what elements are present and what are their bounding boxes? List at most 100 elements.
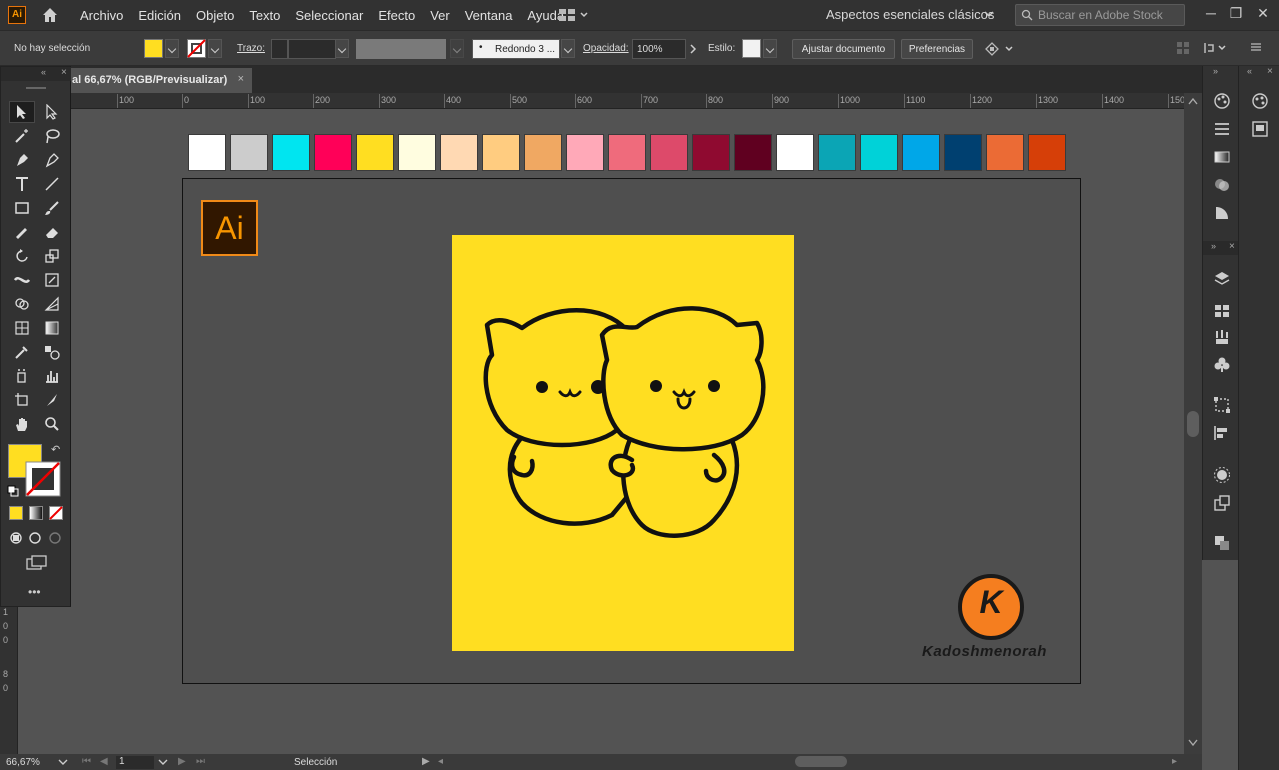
fill-swatch[interactable] xyxy=(144,39,163,58)
graph-tool[interactable] xyxy=(39,365,65,387)
stroke-icon[interactable] xyxy=(1213,120,1231,138)
style-dropdown[interactable] xyxy=(763,39,777,58)
default-colors-icon[interactable] xyxy=(7,485,19,497)
menu-efecto[interactable]: Efecto xyxy=(378,8,415,23)
width-tool[interactable] xyxy=(9,269,35,291)
scale-tool[interactable] xyxy=(39,245,65,267)
color-palette-icon[interactable] xyxy=(1213,92,1231,110)
palette-swatch[interactable] xyxy=(482,134,520,171)
zoom-tool[interactable] xyxy=(39,413,65,435)
palette-swatch[interactable] xyxy=(566,134,604,171)
minimize-button[interactable]: ─ xyxy=(1201,5,1221,25)
properties-icon[interactable] xyxy=(1251,120,1269,138)
transform-icon[interactable] xyxy=(1203,41,1227,55)
palette-swatch[interactable] xyxy=(860,134,898,171)
arrange-icon[interactable] xyxy=(984,41,1016,57)
gradient-mode-button[interactable] xyxy=(29,506,43,520)
collapse-icon[interactable]: « xyxy=(41,67,46,77)
pen-tool[interactable] xyxy=(9,149,35,171)
palette-swatch[interactable] xyxy=(944,134,982,171)
zoom-dropdown-icon[interactable] xyxy=(58,758,68,766)
workspace-switcher[interactable]: Aspectos esenciales clásicos xyxy=(826,7,994,22)
scroll-left-icon[interactable]: ◂ xyxy=(438,756,443,767)
adobe-stock-search[interactable]: Buscar en Adobe Stock xyxy=(1015,4,1185,26)
transform-panel-icon[interactable] xyxy=(1213,396,1231,414)
scroll-down-icon[interactable] xyxy=(1188,739,1198,747)
scroll-right-icon[interactable]: ▸ xyxy=(1172,756,1177,767)
appearance-icon[interactable] xyxy=(1213,204,1231,222)
paintbrush-tool[interactable] xyxy=(39,197,65,219)
brush-definition[interactable]: • Redondo 3 ... xyxy=(472,39,560,59)
palette-swatch[interactable] xyxy=(272,134,310,171)
align-grid-icon[interactable] xyxy=(1176,41,1190,55)
stroke-spinner[interactable] xyxy=(271,39,288,59)
gradient-tool[interactable] xyxy=(39,317,65,339)
artboard-tool[interactable] xyxy=(9,389,35,411)
document-tab[interactable]: al 66,67% (RGB/Previsualizar) × xyxy=(64,68,252,93)
free-transform-tool[interactable] xyxy=(39,269,65,291)
collapse-icon[interactable]: « xyxy=(1247,66,1252,76)
artboards-panel-icon[interactable] xyxy=(1213,494,1231,512)
tools-panel-header[interactable]: « × xyxy=(1,67,71,81)
home-icon[interactable] xyxy=(40,5,60,25)
perspective-grid-tool[interactable] xyxy=(39,293,65,315)
prev-page-icon[interactable]: ◀ xyxy=(100,756,108,767)
restore-button[interactable]: ❐ xyxy=(1226,5,1246,25)
close-button[interactable]: ✕ xyxy=(1253,5,1273,25)
align-panel-icon[interactable] xyxy=(1213,424,1231,442)
variable-width-profile[interactable] xyxy=(356,39,446,59)
expand-icon[interactable]: » xyxy=(1211,241,1216,251)
page-field[interactable]: 1 xyxy=(116,756,154,769)
curvature-tool[interactable] xyxy=(39,149,65,171)
close-icon[interactable]: × xyxy=(1229,241,1235,252)
shaper-tool[interactable] xyxy=(9,221,35,243)
palette-swatch[interactable] xyxy=(188,134,226,171)
shape-builder-tool[interactable] xyxy=(9,293,35,315)
palette-swatch[interactable] xyxy=(524,134,562,171)
expand-icon[interactable]: » xyxy=(1213,66,1218,76)
palette-swatch[interactable] xyxy=(1028,134,1066,171)
palette-swatch[interactable] xyxy=(776,134,814,171)
horizontal-ruler[interactable]: 100 0 100 200 300 400 500 600 700 800 90… xyxy=(0,93,1188,109)
vertical-scroll-thumb[interactable] xyxy=(1187,411,1199,437)
zoom-level[interactable]: 66,67% xyxy=(6,757,40,768)
type-tool[interactable] xyxy=(9,173,35,195)
close-tab-icon[interactable]: × xyxy=(238,73,244,85)
palette-swatch[interactable] xyxy=(734,134,772,171)
chevron-down-icon[interactable] xyxy=(984,9,994,19)
palette-swatch[interactable] xyxy=(692,134,730,171)
palette-swatch[interactable] xyxy=(440,134,478,171)
menu-ventana[interactable]: Ventana xyxy=(465,8,513,23)
graphic-style-swatch[interactable] xyxy=(742,39,761,58)
palette-swatch[interactable] xyxy=(650,134,688,171)
rotate-tool[interactable] xyxy=(9,245,35,267)
close-icon[interactable]: × xyxy=(1267,66,1273,77)
stroke-weight-field[interactable] xyxy=(288,39,336,59)
opacity-label[interactable]: Opacidad: xyxy=(583,43,629,54)
swap-colors-icon[interactable]: ↶ xyxy=(51,443,60,456)
symbols-icon[interactable] xyxy=(1213,356,1231,374)
menu-seleccionar[interactable]: Seleccionar xyxy=(295,8,363,23)
palette-swatch[interactable] xyxy=(230,134,268,171)
chevron-right-icon[interactable] xyxy=(689,44,697,54)
none-mode-button[interactable] xyxy=(49,506,63,520)
grip-icon[interactable] xyxy=(26,87,46,89)
slice-tool[interactable] xyxy=(39,389,65,411)
menu-edicion[interactable]: Edición xyxy=(138,8,181,23)
palette-swatch[interactable] xyxy=(818,134,856,171)
eraser-tool[interactable] xyxy=(39,221,65,243)
line-tool[interactable] xyxy=(39,173,65,195)
menu-archivo[interactable]: Archivo xyxy=(80,8,123,23)
vertical-scrollbar[interactable] xyxy=(1184,93,1202,754)
lasso-tool[interactable] xyxy=(39,125,65,147)
close-icon[interactable]: × xyxy=(61,67,67,78)
menu-ver[interactable]: Ver xyxy=(430,8,450,23)
stroke-none-swatch[interactable] xyxy=(187,39,206,58)
selection-tool[interactable] xyxy=(9,101,35,123)
stroke-dropdown[interactable] xyxy=(208,39,222,58)
last-page-icon[interactable]: ⏭ xyxy=(196,756,205,767)
swatches-icon[interactable] xyxy=(1213,302,1231,320)
brushes-icon[interactable] xyxy=(1213,328,1231,346)
transparency-icon[interactable] xyxy=(1213,176,1231,194)
opacity-field[interactable]: 100% xyxy=(632,39,686,59)
